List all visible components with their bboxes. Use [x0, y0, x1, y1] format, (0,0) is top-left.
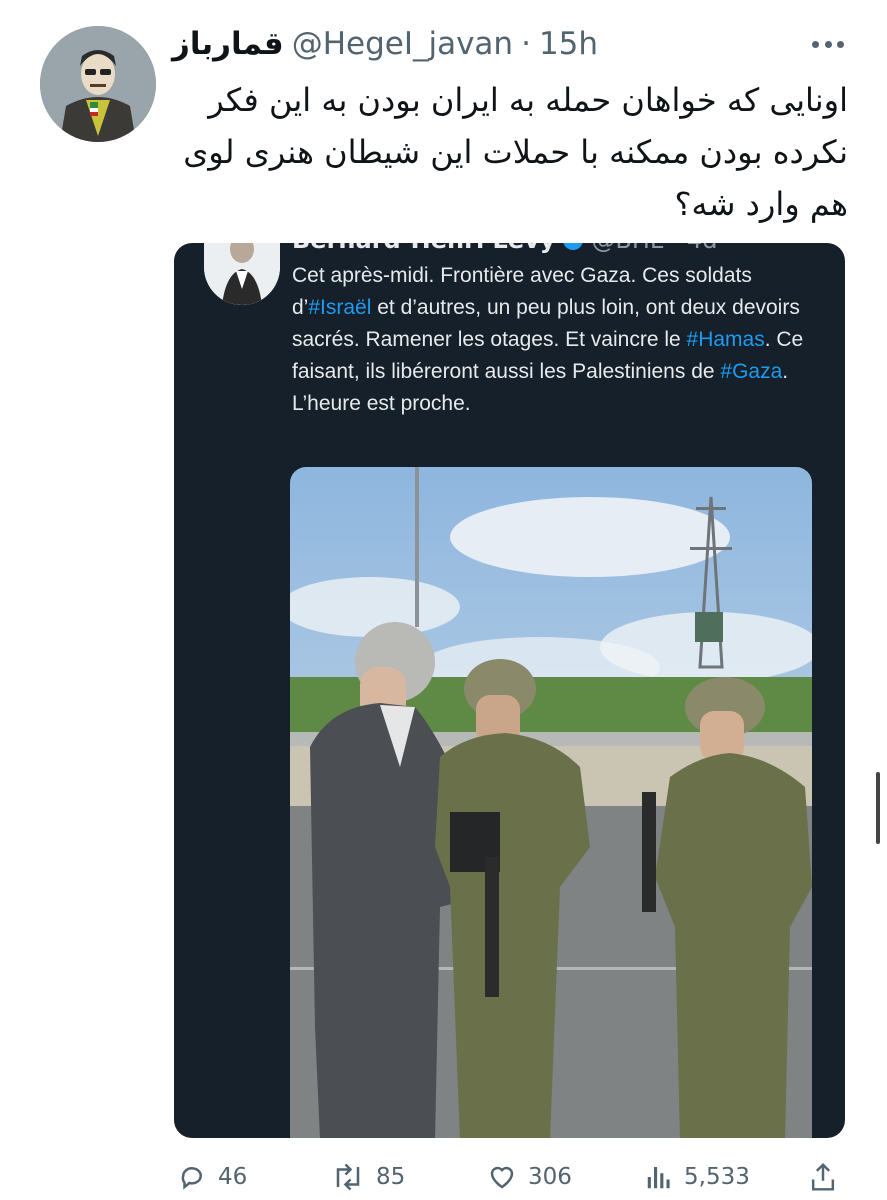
reply-icon	[181, 1167, 202, 1190]
views-button[interactable]: 5,533	[644, 1160, 750, 1194]
embedded-separator: ·	[671, 243, 679, 254]
avatar[interactable]	[40, 26, 156, 142]
user-handle[interactable]: @HegeI_javan	[292, 26, 513, 62]
views-icon	[647, 1167, 670, 1189]
hashtag-link: #Israël	[308, 296, 372, 319]
embedded-handle: @BHL	[591, 243, 663, 254]
like-button[interactable]: 306	[486, 1160, 572, 1194]
display-name[interactable]: قمارباز	[172, 26, 284, 62]
reply-button[interactable]: 46	[176, 1160, 247, 1194]
more-icon[interactable]	[812, 30, 844, 58]
separator: ·	[521, 26, 531, 62]
embedded-text: Cet après-midi. Frontière avec Gaza. Ces…	[292, 260, 822, 420]
embedded-avatar	[204, 243, 280, 305]
tweet-time[interactable]: 15h	[539, 26, 598, 62]
like-count: 306	[528, 1164, 572, 1190]
views-count: 5,533	[684, 1164, 750, 1190]
tweet-header: قمارباز @HegeI_javan · 15h	[172, 22, 598, 66]
verified-icon	[563, 243, 584, 250]
retweet-button[interactable]: 85	[330, 1160, 405, 1194]
hashtag-link: #Gaza	[720, 360, 783, 383]
embedded-header: Bernard-Henri Lévy @BHL · 4d	[292, 243, 717, 255]
embedded-time: 4d	[687, 243, 718, 254]
retweet-icon	[336, 1163, 360, 1191]
retweet-count: 85	[376, 1164, 406, 1190]
embedded-photo	[290, 467, 812, 1138]
share-icon	[811, 1162, 835, 1191]
scrollbar[interactable]	[876, 772, 880, 844]
tweet-text: اونایی که خواهان حمله به ایران بودن به ا…	[183, 81, 848, 223]
embedded-author: Bernard-Henri Lévy	[292, 243, 555, 254]
avatar-illustration	[40, 26, 156, 142]
share-button[interactable]	[808, 1160, 838, 1194]
like-icon	[490, 1166, 514, 1189]
reply-count: 46	[218, 1164, 248, 1190]
embedded-tweet-image[interactable]: Bernard-Henri Lévy @BHL · 4d Cet après-m…	[174, 243, 845, 1138]
hashtag-link: #Hamas	[686, 328, 765, 351]
